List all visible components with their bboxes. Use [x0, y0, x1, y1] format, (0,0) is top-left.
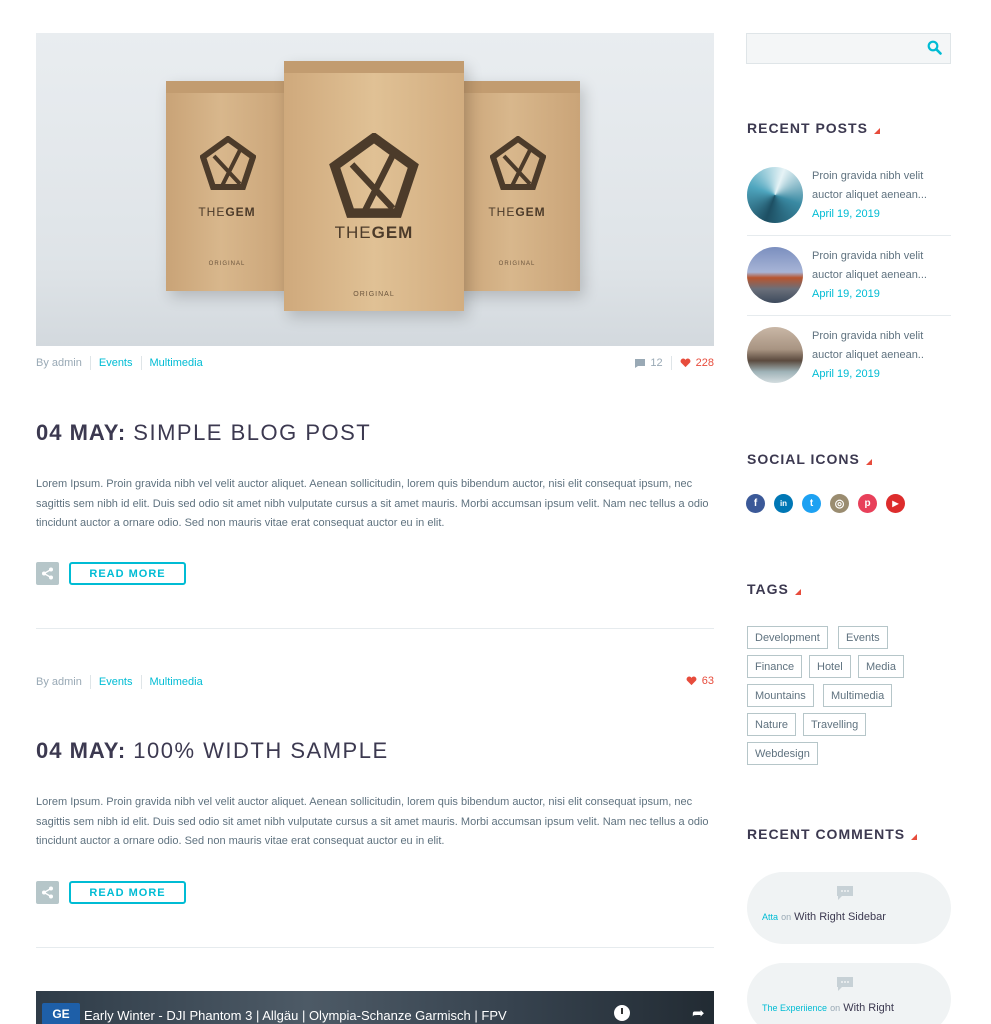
recent-post-divider [747, 235, 951, 236]
likes-count[interactable]: 228 [680, 357, 714, 369]
bag-label: ORIGINAL [208, 261, 246, 267]
share-arrow-icon[interactable]: ➦ [692, 1004, 705, 1022]
channel-logo[interactable]: GE [42, 1003, 80, 1024]
recent-post-thumbnail[interactable] [747, 327, 803, 383]
read-more-button[interactable]: READ MORE [69, 562, 186, 585]
search-icon[interactable] [927, 40, 942, 55]
pinterest-icon[interactable]: p [858, 494, 877, 513]
comment-bubble-icon [837, 977, 853, 991]
recent-post-date: April 19, 2019 [812, 288, 880, 300]
post-divider [36, 628, 714, 629]
tag-travelling[interactable]: Travelling [803, 713, 867, 736]
comment-author[interactable]: The Experiience [762, 1003, 827, 1013]
post-author[interactable]: By admin [36, 676, 82, 688]
bag-brand: THEGEM [488, 205, 546, 219]
comments-count[interactable]: 12 [634, 357, 663, 369]
share-button[interactable] [36, 881, 59, 904]
recent-post-title[interactable]: Proin gravida nibh velit auctor aliquet … [812, 250, 927, 281]
share-icon [42, 567, 53, 580]
likes-count[interactable]: 63 [686, 675, 714, 687]
video-embed[interactable]: GE Early Winter - DJI Phantom 3 | Allgäu… [36, 991, 714, 1024]
recent-post-date: April 19, 2019 [812, 368, 880, 380]
post-stats: 63 [686, 675, 714, 687]
comment-author[interactable]: Atta [762, 912, 778, 922]
post-meta: By admin Events Multimedia [36, 675, 203, 689]
tag-media[interactable]: Media [858, 655, 904, 678]
recent-post-title[interactable]: Proin gravida nibh velit auctor aliquet … [812, 330, 924, 361]
comment-post-link[interactable]: With Right [843, 1002, 894, 1014]
post-name: 100% WIDTH SAMPLE [133, 738, 389, 763]
post-stats: 12 228 [634, 356, 714, 370]
post-meta: By admin Events Multimedia [36, 356, 203, 370]
heart-icon [686, 676, 697, 686]
tag-finance[interactable]: Finance [747, 655, 803, 678]
post-name: SIMPLE BLOG POST [133, 420, 372, 445]
category-link-events[interactable]: Events [99, 357, 133, 369]
heart-icon [680, 358, 691, 368]
tag-hotel[interactable]: Hotel [809, 655, 851, 678]
bag-label: ORIGINAL [498, 261, 536, 267]
post-title[interactable]: 04 MAY: 100% WIDTH SAMPLE [36, 738, 389, 764]
widget-title-social-icons: SOCIAL ICONS [747, 451, 872, 467]
post-excerpt: Lorem Ipsum. Proin gravida nibh vel veli… [36, 478, 709, 529]
tag-mountains[interactable]: Mountains [747, 684, 814, 707]
post-featured-image[interactable]: THEGEM ORIGINAL THEGEM ORIGINAL THEGEM O… [36, 33, 714, 346]
tag-nature[interactable]: Nature [747, 713, 797, 736]
video-title[interactable]: Early Winter - DJI Phantom 3 | Allgäu | … [84, 1008, 507, 1023]
post-excerpt: Lorem Ipsum. Proin gravida nibh vel veli… [36, 796, 709, 847]
category-link-multimedia[interactable]: Multimedia [150, 676, 203, 688]
bag-left: THEGEM ORIGINAL [166, 81, 288, 291]
social-icons-list: f in t ◎ p ▶ [746, 494, 905, 513]
recent-post-title[interactable]: Proin gravida nibh velit auctor aliquet … [812, 170, 927, 201]
bag-label: ORIGINAL [353, 291, 395, 298]
share-button[interactable] [36, 562, 59, 585]
twitter-icon[interactable]: t [802, 494, 821, 513]
comment-bubble-icon [837, 886, 853, 900]
search-input[interactable] [746, 33, 951, 64]
bag-center: THEGEM ORIGINAL [284, 61, 464, 311]
recent-post-divider [747, 315, 951, 316]
gem-logo-icon [490, 136, 546, 190]
widget-title-tags: TAGS [747, 581, 801, 597]
share-icon [42, 886, 53, 899]
widget-title-recent-comments: RECENT COMMENTS [747, 826, 918, 842]
gem-logo-icon [329, 133, 419, 218]
post-divider [36, 947, 714, 948]
comment-post-link[interactable]: With Right Sidebar [794, 911, 886, 923]
recent-comment-item[interactable]: Atta on With Right Sidebar [747, 872, 951, 944]
tag-development[interactable]: Development [747, 626, 828, 649]
tag-multimedia[interactable]: Multimedia [823, 684, 893, 707]
comment-icon [635, 358, 646, 368]
recent-post-item[interactable]: Proin gravida nibh velit auctor aliquet … [747, 327, 951, 407]
facebook-icon[interactable]: f [746, 494, 765, 513]
category-link-events[interactable]: Events [99, 676, 133, 688]
gem-logo-icon [200, 136, 256, 190]
post-title[interactable]: 04 MAY: SIMPLE BLOG POST [36, 420, 371, 446]
tag-webdesign[interactable]: Webdesign [747, 742, 818, 765]
recent-post-thumbnail[interactable] [747, 167, 803, 223]
linkedin-icon[interactable]: in [774, 494, 793, 513]
recent-comment-item[interactable]: The Experiience on With Right [747, 963, 951, 1024]
read-more-button[interactable]: READ MORE [69, 881, 186, 904]
recent-post-date: April 19, 2019 [812, 208, 880, 220]
widget-title-recent-posts: RECENT POSTS [747, 120, 880, 136]
post-author[interactable]: By admin [36, 357, 82, 369]
bag-brand: THEGEM [198, 205, 256, 219]
post-date: 04 MAY: [36, 420, 127, 445]
instagram-icon[interactable]: ◎ [830, 494, 849, 513]
youtube-icon[interactable]: ▶ [886, 494, 905, 513]
watch-later-icon[interactable] [614, 1005, 630, 1021]
recent-post-thumbnail[interactable] [747, 247, 803, 303]
category-link-multimedia[interactable]: Multimedia [150, 357, 203, 369]
tag-events[interactable]: Events [838, 626, 888, 649]
bag-brand: THEGEM [334, 223, 414, 242]
post-date: 04 MAY: [36, 738, 127, 763]
bag-right: THEGEM ORIGINAL [454, 81, 580, 291]
